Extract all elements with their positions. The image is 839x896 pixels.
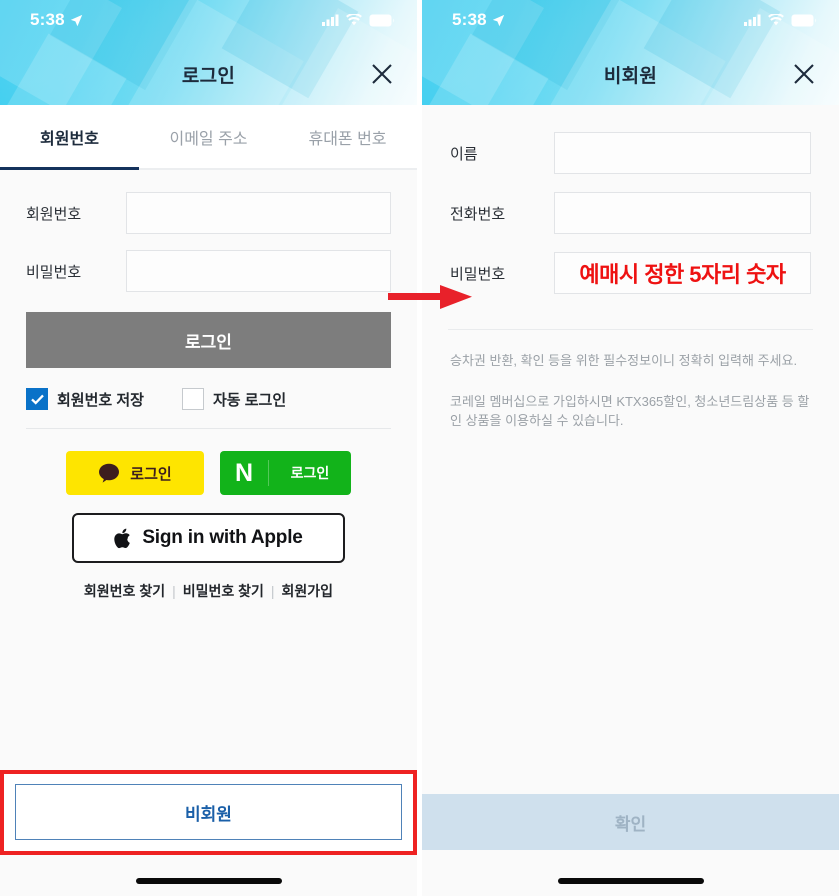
tab-label: 휴대폰 번호 xyxy=(308,130,387,148)
wifi-icon xyxy=(346,14,362,26)
login-screen: 5:38 로그인 회원번호 이메일 주소 휴대폰 번호 회원번호 비밀번호 로그… xyxy=(0,0,417,896)
guest-hero-header: 5:38 비회원 xyxy=(422,0,839,105)
find-password-link[interactable]: 비밀번호 찾기 xyxy=(183,581,264,601)
close-icon[interactable] xyxy=(367,59,397,89)
naver-login-label: 로그인 xyxy=(290,465,330,481)
guest-password-input[interactable]: 예매시 정한 5자리 숫자 xyxy=(554,252,811,294)
location-arrow-icon xyxy=(70,14,83,26)
find-member-number-link[interactable]: 회원번호 찾기 xyxy=(84,581,165,601)
link-separator: | xyxy=(172,583,176,599)
member-number-row: 회원번호 xyxy=(0,184,417,242)
name-row: 이름 xyxy=(422,123,839,183)
confirm-button-label: 확인 xyxy=(614,814,647,834)
guest-password-row: 비밀번호 예매시 정한 5자리 숫자 xyxy=(422,243,839,303)
login-button[interactable]: 로그인 xyxy=(26,312,391,368)
status-bar-icons xyxy=(322,14,395,27)
status-bar-time: 5:38 xyxy=(452,10,487,29)
cellular-signal-icon xyxy=(744,14,761,26)
battery-full-icon xyxy=(369,14,395,26)
password-label: 비밀번호 xyxy=(26,263,82,281)
status-bar: 5:38 xyxy=(0,0,417,40)
auto-login-checkbox[interactable]: 자동 로그인 xyxy=(181,388,287,410)
phone-number-label: 전화번호 xyxy=(450,205,506,223)
apple-signin-label: Sign in with Apple xyxy=(142,527,303,548)
save-member-number-label: 회원번호 저장 xyxy=(57,391,144,409)
naver-login-button[interactable]: N 로그인 xyxy=(220,451,351,495)
status-bar-icons xyxy=(744,14,817,27)
guest-navbar: 비회원 xyxy=(422,43,839,105)
guest-button[interactable]: 비회원 xyxy=(15,784,402,840)
guest-password-label: 비밀번호 xyxy=(450,265,506,283)
home-indicator xyxy=(557,878,704,884)
phone-number-row: 전화번호 xyxy=(422,183,839,243)
checkbox-unchecked-icon xyxy=(181,388,204,410)
name-label: 이름 xyxy=(450,145,478,163)
membership-note: 코레일 멤버십으로 가입하시면 KTX365할인, 청소년드림상품 등 할인 상… xyxy=(450,393,810,428)
save-member-number-checkbox[interactable]: 회원번호 저장 xyxy=(26,388,144,410)
guest-body: 이름 전화번호 비밀번호 예매시 정한 5자리 숫자 승차권 반환, 확인 등을… xyxy=(422,105,839,896)
signup-link[interactable]: 회원가입 xyxy=(282,581,334,601)
social-login-row: 로그인 N 로그인 xyxy=(0,429,417,495)
tab-member-number[interactable]: 회원번호 xyxy=(0,105,139,170)
login-method-tabs: 회원번호 이메일 주소 휴대폰 번호 xyxy=(0,105,417,170)
link-separator: | xyxy=(270,583,275,599)
auto-login-label: 자동 로그인 xyxy=(212,391,287,409)
password-row: 비밀번호 xyxy=(0,242,417,300)
password-field[interactable] xyxy=(127,251,390,291)
password-input[interactable] xyxy=(126,250,391,292)
tab-label: 회원번호 xyxy=(40,130,99,148)
phone-number-field[interactable] xyxy=(555,193,810,233)
tab-mobile-number[interactable]: 휴대폰 번호 xyxy=(278,105,417,168)
status-bar-time-group: 5:38 xyxy=(452,10,505,30)
tab-label: 이메일 주소 xyxy=(169,130,248,148)
tab-email-address[interactable]: 이메일 주소 xyxy=(139,105,278,168)
wifi-icon xyxy=(768,14,784,26)
login-body: 회원번호 비밀번호 로그인 회원번호 저장 자동 로그인 로그인 N 로그인 S… xyxy=(0,170,417,896)
guest-password-field[interactable] xyxy=(555,253,810,293)
name-field[interactable] xyxy=(555,133,810,173)
account-help-links: 회원번호 찾기 | 비밀번호 찾기 | 회원가입 xyxy=(0,563,417,601)
status-bar-time-group: 5:38 xyxy=(30,10,83,30)
battery-full-icon xyxy=(791,14,817,26)
home-indicator xyxy=(135,878,282,884)
login-button-label: 로그인 xyxy=(185,332,232,352)
phone-number-input[interactable] xyxy=(554,192,811,234)
kakao-login-button[interactable]: 로그인 xyxy=(66,451,204,495)
status-bar: 5:38 xyxy=(422,0,839,40)
kakao-login-label: 로그인 xyxy=(130,465,172,483)
apple-signin-button[interactable]: Sign in with Apple xyxy=(72,513,345,563)
name-input[interactable] xyxy=(554,132,811,174)
apple-logo-icon xyxy=(114,528,131,548)
naver-logo-icon: N xyxy=(234,458,254,487)
confirm-button[interactable]: 확인 xyxy=(422,794,839,850)
checkbox-checked-icon xyxy=(26,388,48,410)
cellular-signal-icon xyxy=(322,14,339,26)
kakao-speech-bubble-icon xyxy=(99,463,120,483)
guest-screen: 5:38 비회원 이름 전화번호 비밀번호 예매시 정한 5자리 숫자 승차권 … xyxy=(422,0,839,896)
login-navbar: 로그인 xyxy=(0,43,417,105)
login-hero-header: 5:38 로그인 xyxy=(0,0,417,105)
guest-cta-wrapper: 비회원 xyxy=(0,770,417,855)
page-title: 로그인 xyxy=(181,65,236,87)
close-icon[interactable] xyxy=(789,59,819,89)
two-screen-comparison: 5:38 로그인 회원번호 이메일 주소 휴대폰 번호 회원번호 비밀번호 로그… xyxy=(0,0,839,896)
member-number-input[interactable] xyxy=(126,192,391,234)
location-arrow-icon xyxy=(492,14,505,26)
status-bar-time: 5:38 xyxy=(30,10,65,29)
login-options: 회원번호 저장 자동 로그인 xyxy=(0,368,417,428)
red-highlight-box: 비회원 xyxy=(0,770,417,855)
member-number-field[interactable] xyxy=(127,193,390,233)
required-info-note: 승차권 반환, 확인 등을 위한 필수정보이니 정확히 입력해 주세요. xyxy=(450,353,798,368)
guest-button-label: 비회원 xyxy=(185,804,232,824)
page-title: 비회원 xyxy=(603,65,658,87)
member-number-label: 회원번호 xyxy=(26,205,82,223)
